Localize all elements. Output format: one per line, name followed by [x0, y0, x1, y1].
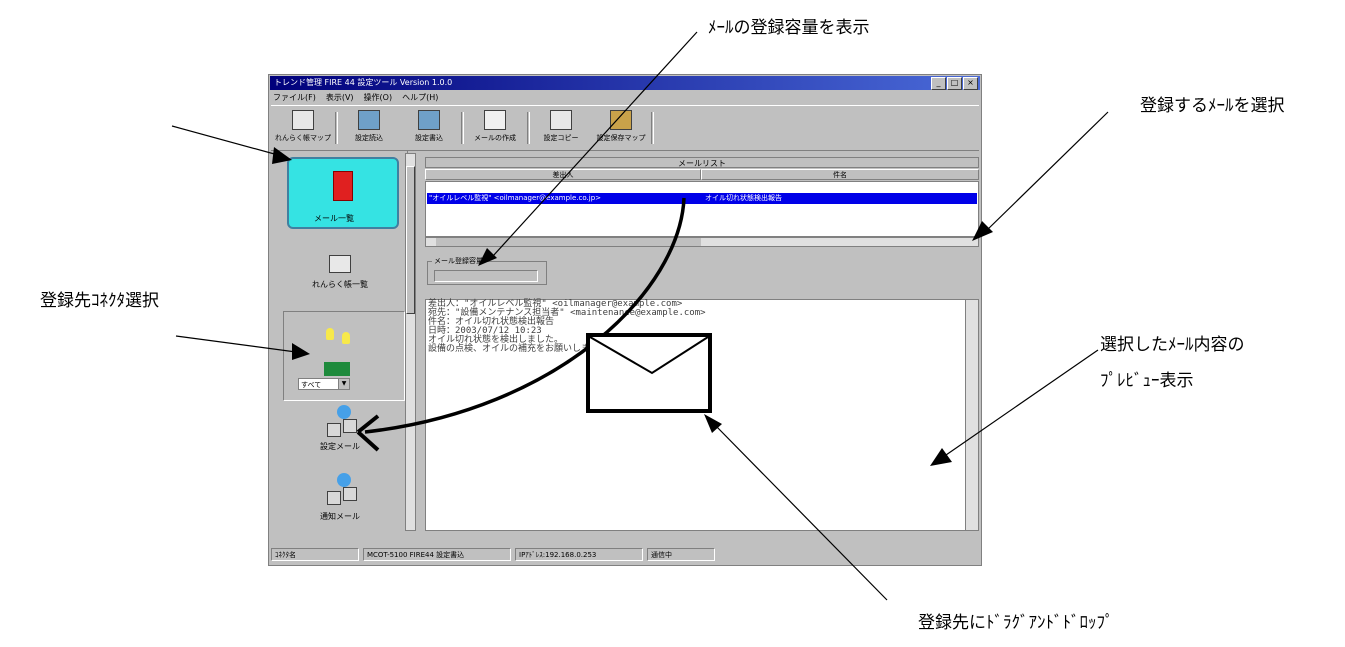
row-subject: オイル切れ状態検出報告 [705, 194, 782, 202]
toolbar-divider [527, 112, 530, 144]
toolbar: れんらく帳マップ 設定読込 設定書込 メールの作成 設定コピー 設定保存マップ [271, 105, 979, 151]
computer-download-icon [358, 110, 380, 130]
menu-file[interactable]: ファイル(F) [273, 91, 316, 104]
connector-select-value: すべて [301, 381, 322, 389]
status-operation: MCOT-5100 FIRE44 設定書込 [363, 548, 511, 561]
app-window: トレンド管理 FIRE 44 設定ツール Version 1.0.0 _ □ ×… [268, 74, 982, 566]
sidebar-device-label: 通知メール [320, 512, 360, 521]
toolbar-label: 設定コピー [543, 134, 579, 142]
sidebar-item-mail-list[interactable]: メール一覧 [287, 157, 399, 229]
light-bulb-icon [326, 328, 334, 340]
status-dot-icon [337, 473, 351, 487]
connector-icon[interactable] [324, 362, 350, 376]
toolbar-divider [651, 112, 654, 144]
sidebar-item-label: れんらく帳一覧 [312, 280, 368, 289]
sidebar-item-label: メール一覧 [314, 214, 354, 223]
computer-icon[interactable] [327, 423, 341, 437]
connector-panel: すべて ▼ [283, 311, 405, 401]
capacity-meter [434, 270, 538, 282]
row-sender: "オイルレベル監視" <oilmanager@example.co.jp> [429, 194, 602, 202]
scroll-thumb[interactable] [406, 166, 415, 314]
copy-settings-button[interactable]: 設定コピー [533, 110, 589, 148]
computer-upload-icon [418, 110, 440, 130]
status-connector: ｺﾈｸﾀ名 [271, 548, 359, 561]
mail-preview[interactable]: 差出人："オイルレベル監視" <oilmanager@example.com> … [425, 299, 979, 531]
write-settings-button[interactable]: 設定書込 [401, 110, 457, 148]
callout-connector: 登録先ｺﾈｸﾀ選択 [40, 291, 159, 311]
mail-list: "オイルレベル監視" <oilmanager@example.co.jp> オイ… [425, 181, 979, 237]
toolbar-label: 設定読込 [355, 134, 383, 142]
mail-list-header: メールリスト [425, 157, 979, 168]
menu-bar: ファイル(F) 表示(V) 操作(O) ヘルプ(H) [273, 91, 438, 104]
mail-device-icon[interactable] [343, 487, 357, 501]
connector-select[interactable]: すべて ▼ [298, 378, 350, 390]
preview-scrollbar[interactable] [965, 300, 978, 530]
toolbar-divider [335, 112, 338, 144]
menu-help[interactable]: ヘルプ(H) [402, 91, 438, 104]
scroll-thumb[interactable] [436, 238, 701, 246]
sidebar-scrollbar[interactable] [405, 153, 416, 531]
status-ip: IPｱﾄﾞﾚｽ:192.168.0.253 [515, 548, 643, 561]
callout-select-mail: 登録するﾒｰﾙを選択 [1140, 96, 1285, 116]
status-dot-icon [337, 405, 351, 419]
compose-mail-button[interactable]: メールの作成 [467, 110, 523, 148]
capacity-label: メール登録容量 [432, 256, 485, 266]
status-bar: ｺﾈｸﾀ名 MCOT-5100 FIRE44 設定書込 IPｱﾄﾞﾚｽ:192.… [271, 547, 979, 563]
toolbar-label: れんらく帳マップ [275, 134, 331, 142]
column-header-sender[interactable]: 差出人 [425, 169, 701, 180]
callout-preview-line2: ﾌﾟﾚﾋﾞｭｰ表示 [1100, 371, 1194, 391]
contacts-list-icon [329, 255, 351, 273]
toolbar-label: 設定保存マップ [596, 134, 646, 142]
read-settings-button[interactable]: 設定読込 [341, 110, 397, 148]
chevron-down-icon[interactable]: ▼ [338, 379, 349, 389]
callout-capacity: ﾒｰﾙの登録容量を表示 [708, 18, 870, 38]
title-bar: トレンド管理 FIRE 44 設定ツール Version 1.0.0 _ □ × [270, 76, 980, 90]
compose-icon [484, 110, 506, 130]
copy-icon [550, 110, 572, 130]
sidebar-device-label: 設定メール [320, 442, 360, 451]
toolbar-label: メールの作成 [474, 134, 516, 142]
capacity-group: メール登録容量 [427, 256, 547, 285]
window-title: トレンド管理 FIRE 44 設定ツール Version 1.0.0 [274, 78, 453, 87]
callout-preview-line1: 選択したﾒｰﾙ内容の [1100, 335, 1245, 355]
mailbox-icon [333, 171, 353, 201]
sidebar: メール一覧 れんらく帳一覧 すべて ▼ 設定メール 通知メール [273, 151, 408, 531]
contacts-map-button[interactable]: れんらく帳マップ [275, 110, 331, 148]
menu-view[interactable]: 表示(V) [326, 91, 354, 104]
preview-line: 設備の点検、オイルの補充をお願いします。 [428, 344, 608, 354]
save-map-button[interactable]: 設定保存マップ [593, 110, 649, 148]
mail-list-arrow [171, 125, 279, 156]
mail-list-hscroll[interactable] [425, 237, 979, 247]
save-map-icon [610, 110, 632, 130]
select-mail-arrow [984, 111, 1109, 233]
column-header-subject[interactable]: 件名 [701, 169, 979, 180]
computer-icon[interactable] [327, 491, 341, 505]
minimize-button[interactable]: _ [931, 77, 946, 90]
status-state: 通信中 [647, 548, 715, 561]
contacts-map-icon [292, 110, 314, 130]
menu-operate[interactable]: 操作(O) [364, 91, 393, 104]
light-bulb-icon [342, 332, 350, 344]
close-button[interactable]: × [963, 77, 978, 90]
maximize-button[interactable]: □ [947, 77, 962, 90]
mail-device-icon[interactable] [343, 419, 357, 433]
table-row[interactable]: "オイルレベル監視" <oilmanager@example.co.jp> オイ… [427, 193, 977, 204]
callout-drag-drop: 登録先にﾄﾞﾗｸﾞｱﾝﾄﾞﾄﾞﾛｯﾌﾟ [918, 613, 1114, 633]
toolbar-label: 設定書込 [415, 134, 443, 142]
toolbar-divider [461, 112, 464, 144]
